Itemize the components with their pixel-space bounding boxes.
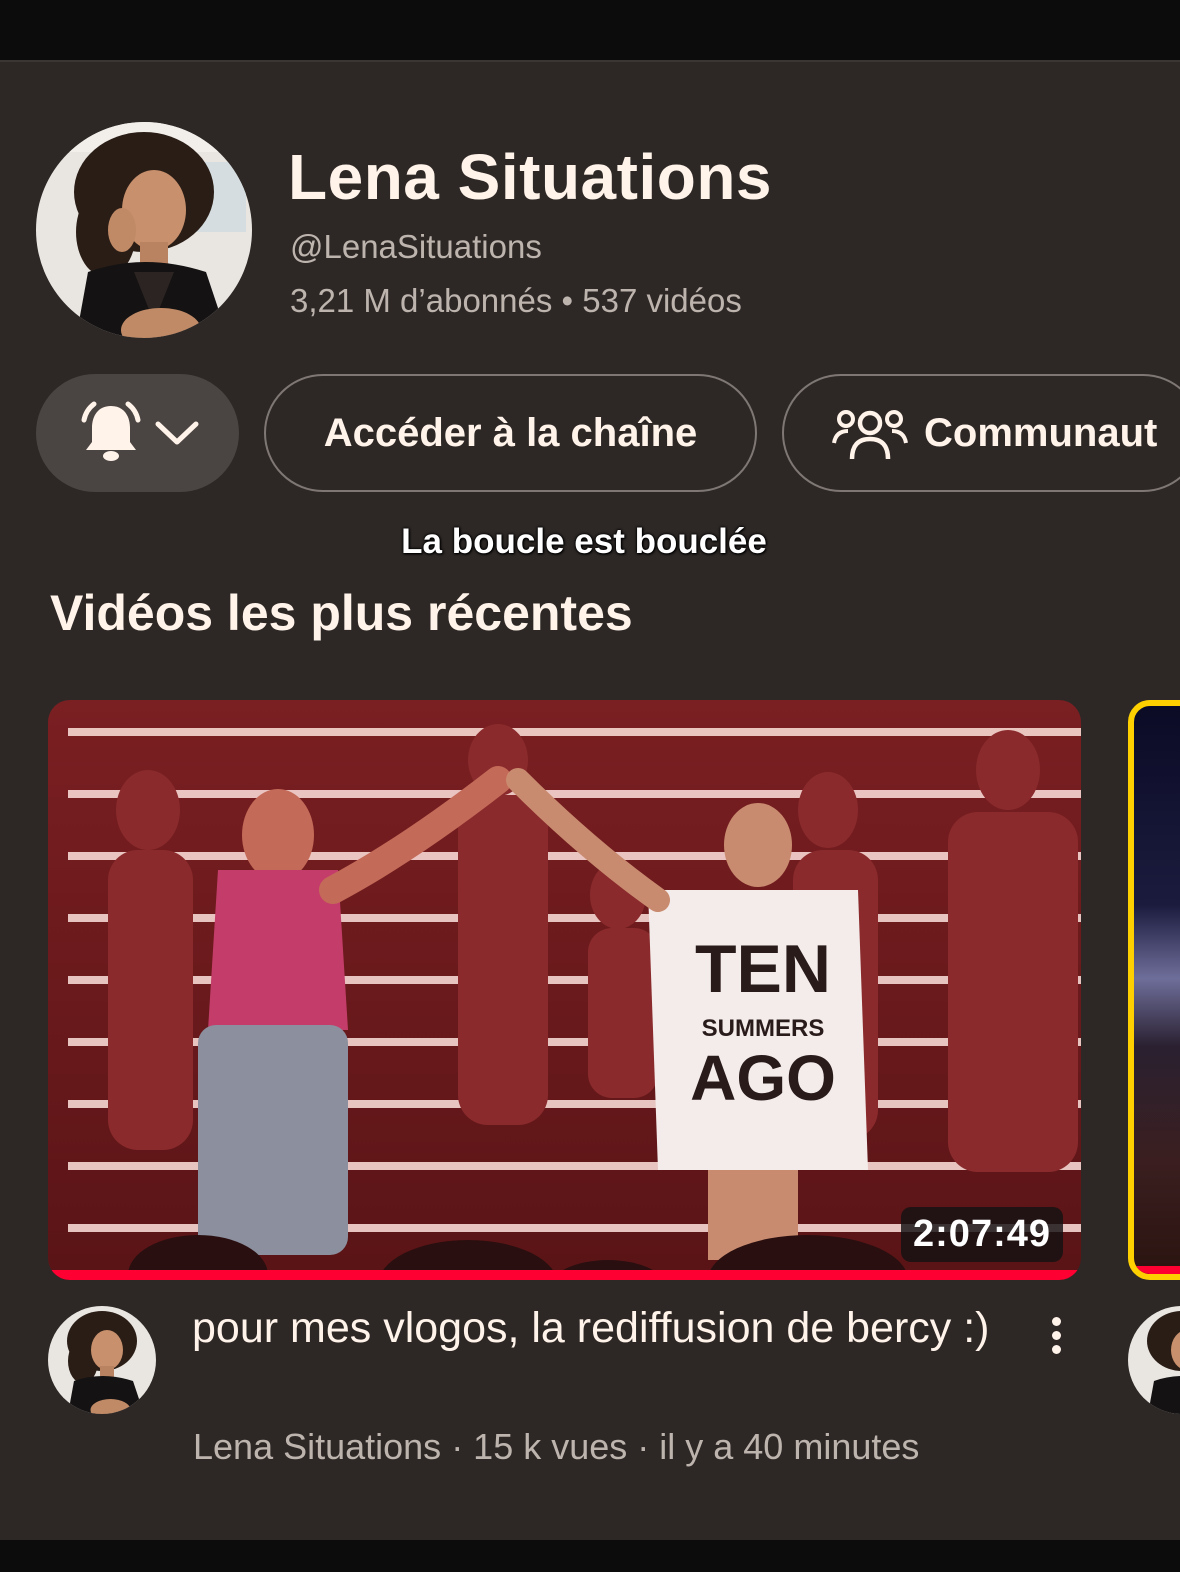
- notifications-button[interactable]: [36, 374, 239, 492]
- go-to-channel-button[interactable]: Accéder à la chaîne: [264, 374, 757, 492]
- next-video-thumbnail[interactable]: [1128, 700, 1180, 1280]
- thumbnail-image: TEN SUMMERS AGO: [48, 700, 1081, 1280]
- video-meta: Lena Situations · 15 k vues · il y a 40 …: [193, 1426, 920, 1467]
- channel-stats: 3,21 M d’abonnés • 537 vidéos: [290, 282, 742, 319]
- community-button[interactable]: Communaut: [782, 374, 1180, 492]
- channel-avatar-image: [36, 122, 252, 338]
- video-channel-avatar-image: [48, 1306, 156, 1414]
- bottom-bar: [0, 1540, 1180, 1572]
- status-bar: [0, 0, 1180, 62]
- channel-name[interactable]: Lena Situations: [288, 140, 772, 214]
- next-video-channel-avatar[interactable]: [1128, 1306, 1180, 1414]
- shirt-text-2: SUMMERS: [702, 1015, 825, 1042]
- shirt-text-1: TEN: [695, 931, 831, 1007]
- section-title: Vidéos les plus récentes: [50, 585, 633, 641]
- watch-progress-bar: [48, 1270, 1081, 1280]
- channel-preview-panel: Lena Situations @LenaSituations 3,21 M d…: [0, 62, 1180, 1540]
- channel-avatar[interactable]: [36, 122, 252, 338]
- video-thumbnail[interactable]: TEN SUMMERS AGO 2:07:49: [48, 700, 1081, 1280]
- video-channel-avatar[interactable]: [48, 1306, 156, 1414]
- next-video-channel-avatar-image: [1128, 1306, 1180, 1414]
- bell-icon: [81, 401, 140, 461]
- more-options-icon[interactable]: [1036, 1310, 1076, 1360]
- people-icon: [832, 410, 908, 460]
- next-watch-progress-bar: [1134, 1266, 1180, 1274]
- video-title[interactable]: pour mes vlogos, la rediffusion de bercy…: [192, 1300, 1012, 1356]
- go-to-channel-label: Accéder à la chaîne: [323, 410, 698, 455]
- channel-tagline: La boucle est bouclée: [401, 522, 767, 561]
- video-duration: 2:07:49: [901, 1207, 1063, 1262]
- chevron-down-icon: [155, 421, 198, 445]
- community-label: Communaut: [924, 410, 1158, 455]
- channel-handle: @LenaSituations: [290, 228, 542, 265]
- shirt-text-3: AGO: [690, 1042, 836, 1114]
